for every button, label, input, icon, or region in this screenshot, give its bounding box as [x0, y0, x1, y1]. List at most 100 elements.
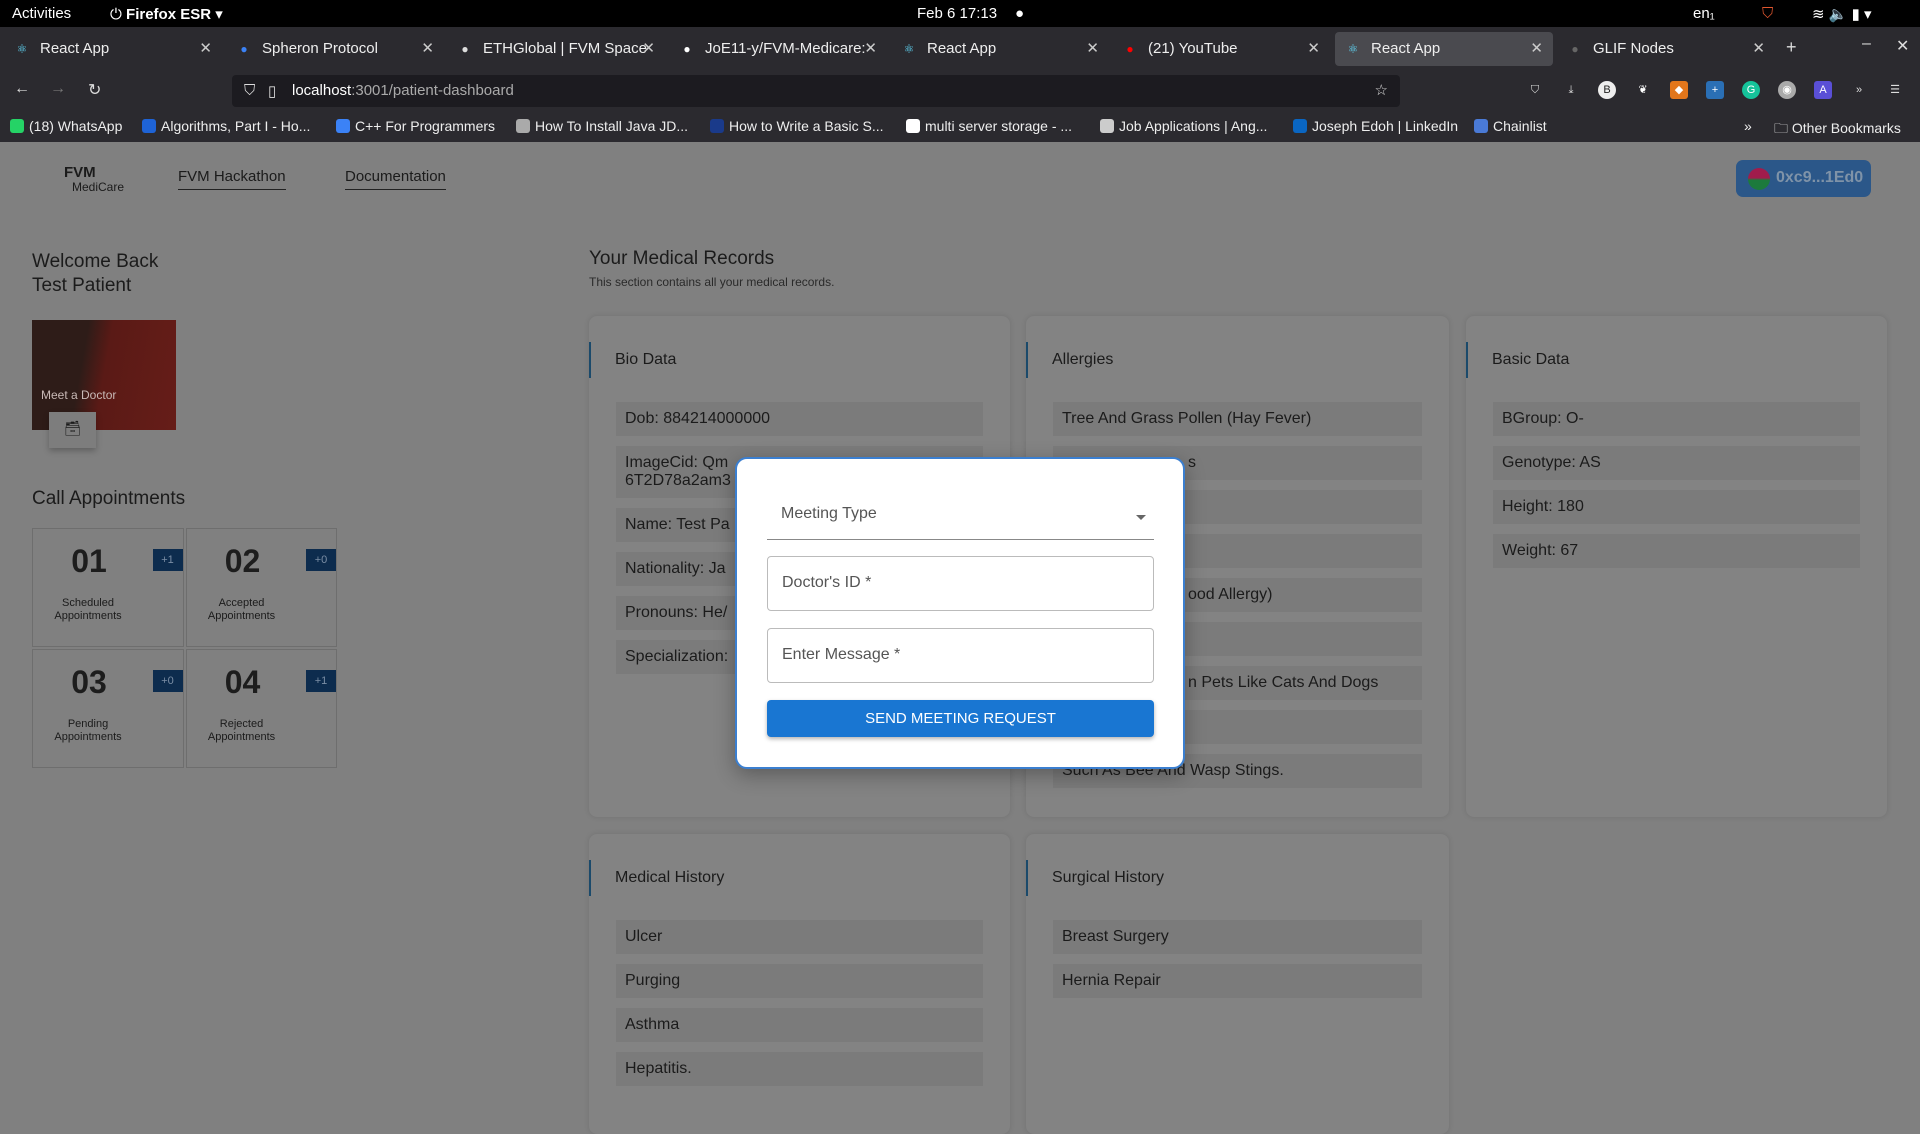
bookmark-7[interactable]: Joseph Edoh | LinkedIn — [1293, 118, 1458, 134]
navigation-toolbar: ← → ↻ ⛉ ▯ localhost:3001/patient-dashboa… — [0, 71, 1920, 111]
appointment-label: Accepted Appointments — [207, 597, 276, 622]
card-items: Ulcer Purging Asthma Hepatitis. — [616, 920, 983, 1096]
bookmark-icon — [1100, 119, 1114, 133]
bookmark-3[interactable]: How To Install Java JD... — [516, 118, 688, 134]
bookmark-label: Joseph Edoh | LinkedIn — [1312, 118, 1459, 134]
reload-icon[interactable]: ↻ — [88, 80, 101, 100]
card-title: Basic Data — [1466, 342, 1569, 378]
card-title: Allergies — [1026, 342, 1113, 378]
bookmark-1[interactable]: Algorithms, Part I - Ho... — [142, 118, 310, 134]
tab-3[interactable]: ● JoE11-y/FVM-Medicare: ✕ — [669, 32, 887, 66]
tab-4[interactable]: ⚛ React App ✕ — [891, 32, 1109, 66]
metamask-icon[interactable]: ◆ — [1670, 81, 1688, 99]
tab-0[interactable]: ⚛ React App ✕ — [4, 32, 222, 66]
meeting-type-select[interactable]: Meeting Type — [767, 489, 1154, 540]
back-icon[interactable]: ← — [14, 80, 30, 98]
bookmark-4[interactable]: How to Write a Basic S... — [710, 118, 884, 134]
tab-2[interactable]: ● ETHGlobal | FVM Space ✕ — [447, 32, 665, 66]
close-window-button[interactable]: ✕ — [1896, 36, 1909, 56]
welcome-text: Welcome Back — [32, 251, 159, 272]
appointment-cell[interactable]: 02 +0 Accepted Appointments — [185, 528, 337, 647]
record-item: Dob: 884214000000 — [616, 402, 983, 436]
bookmark-0[interactable]: (18) WhatsApp — [10, 118, 122, 134]
page-icon: ▯ — [268, 83, 277, 100]
bookmark-5[interactable]: multi server storage - ... — [906, 118, 1072, 134]
bookmark-label: C++ For Programmers — [355, 118, 496, 134]
browser-menu[interactable]: ⏻ Firefox ESR ▾ — [110, 5, 223, 23]
brave-icon[interactable]: ⛉ — [1762, 5, 1773, 22]
bookmarks-overflow-icon[interactable]: » — [1744, 118, 1752, 134]
close-tab-icon[interactable]: ✕ — [1530, 39, 1543, 57]
wallet-button[interactable]: 0xc9...1Ed0 — [1736, 160, 1871, 197]
extension-b-icon[interactable]: B — [1598, 81, 1616, 99]
forward-icon[interactable]: → — [50, 80, 66, 98]
tab-label: React App — [40, 40, 110, 57]
appointment-cell[interactable]: 01 +1 Scheduled Appointments — [32, 528, 184, 647]
logo-top: FVM — [64, 164, 96, 181]
minimize-button[interactable]: – — [1862, 35, 1871, 53]
other-bookmarks-label: Other Bookmarks — [1791, 120, 1901, 136]
extension-a-icon[interactable]: A — [1814, 81, 1832, 99]
bookmark-8[interactable]: Chainlist — [1474, 118, 1547, 134]
menu-icon[interactable]: ☰ — [1886, 81, 1904, 99]
close-tab-icon[interactable]: ✕ — [421, 39, 434, 57]
more-extensions-icon[interactable]: » — [1850, 81, 1868, 99]
pocket-icon[interactable]: ⛉ — [1526, 81, 1544, 99]
extension-owl-icon[interactable]: ◉ — [1778, 81, 1796, 99]
extension-foot-icon[interactable]: ❦ — [1634, 81, 1652, 99]
notification-dot-icon: ● — [1015, 5, 1025, 22]
other-bookmarks[interactable]: 🗀 Other Bookmarks — [1774, 118, 1901, 142]
medical-history-card: Medical History Ulcer Purging Asthma Hepatit… — [589, 834, 1010, 1134]
close-tab-icon[interactable]: ✕ — [642, 39, 655, 57]
close-tab-icon[interactable]: ✕ — [1752, 39, 1765, 57]
tab-label: React App — [1371, 40, 1441, 57]
appointment-cell[interactable]: 03 +0 Pending Appointments — [32, 649, 184, 768]
tab-6[interactable]: ⚛ React App ✕ — [1335, 32, 1553, 66]
meet-doctor-button[interactable]: 🗃 — [49, 412, 96, 448]
nav-link-fvm-hackathon[interactable]: FVM Hackathon — [178, 168, 286, 190]
tab-5[interactable]: ● (21) YouTube ✕ — [1112, 32, 1330, 66]
github-icon: ● — [683, 42, 691, 56]
bookmark-icon — [516, 119, 530, 133]
activities-button[interactable]: Activities — [12, 5, 71, 22]
wallet-address: 0xc9...1Ed0 — [1776, 169, 1864, 186]
close-tab-icon[interactable]: ✕ — [1307, 39, 1320, 57]
shield-icon[interactable]: ⛉ — [244, 82, 255, 99]
send-meeting-request-button[interactable]: SEND MEETING REQUEST — [767, 700, 1154, 737]
appointment-badge: +0 — [152, 670, 183, 692]
tab-1[interactable]: ● Spheron Protocol ✕ — [226, 32, 444, 66]
react-icon: ⚛ — [903, 42, 915, 56]
url-bar[interactable]: ⛉ ▯ localhost:3001/patient-dashboard ☆ — [232, 75, 1400, 107]
tab-label: JoE11-y/FVM-Medicare: — [705, 40, 866, 57]
message-input[interactable]: Enter Message * — [767, 628, 1154, 683]
app-logo[interactable]: FVM MediCare — [64, 164, 124, 194]
bookmark-label: (18) WhatsApp — [29, 118, 123, 134]
close-tab-icon[interactable]: ✕ — [199, 39, 212, 57]
bookmarks-bar: (18) WhatsApp Algorithms, Part I - Ho... C… — [0, 111, 1920, 142]
appointment-cell[interactable]: 04 +1 Rejected Appointments — [185, 649, 337, 768]
nav-link-documentation[interactable]: Documentation — [345, 168, 446, 190]
new-tab-button[interactable]: + — [1786, 37, 1797, 58]
meet-doctor-label: Meet a Doctor — [41, 388, 117, 402]
close-tab-icon[interactable]: ✕ — [1086, 39, 1099, 57]
status-icons[interactable]: ≋ 🔈 ▮ ▾ — [1812, 5, 1872, 23]
grammarly-icon[interactable]: G — [1742, 81, 1760, 99]
tab-label: (21) YouTube — [1148, 40, 1238, 57]
url-host: localhost — [292, 82, 352, 99]
clock[interactable]: Feb 6 17:13 — [917, 5, 997, 22]
close-tab-icon[interactable]: ✕ — [864, 39, 877, 57]
wallet-avatar-icon — [1748, 168, 1770, 190]
language-indicator[interactable]: en₁ — [1693, 5, 1715, 22]
bookmark-6[interactable]: Job Applications | Ang... — [1100, 118, 1267, 134]
bookmark-2[interactable]: C++ For Programmers — [336, 118, 495, 134]
bookmark-star-icon[interactable]: ☆ — [1375, 81, 1388, 99]
record-item: Height: 180 — [1493, 490, 1860, 524]
chevron-down-icon — [1136, 515, 1146, 520]
card-items: Breast Surgery Hernia Repair — [1053, 920, 1422, 1008]
doctor-id-input[interactable]: Doctor's ID * — [767, 556, 1154, 611]
card-items: BGroup: O- Genotype: AS Height: 180 Weight:… — [1493, 402, 1860, 578]
record-item: Tree And Grass Pollen (Hay Fever) — [1053, 402, 1422, 436]
extension-cross-icon[interactable]: + — [1706, 81, 1724, 99]
download-icon[interactable]: ⤓ — [1562, 81, 1580, 99]
tab-7[interactable]: ● GLIF Nodes ✕ — [1557, 32, 1775, 66]
